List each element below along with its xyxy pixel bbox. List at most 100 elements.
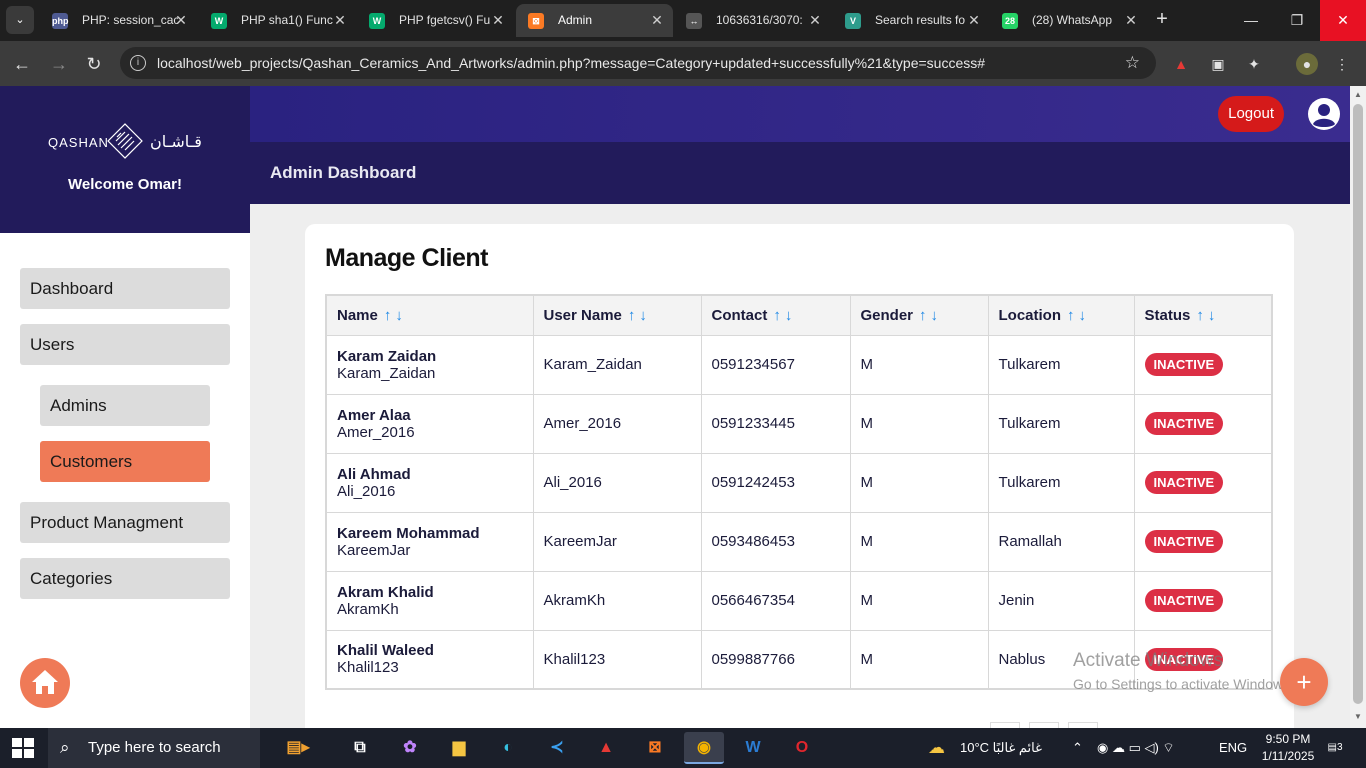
- copilot-icon[interactable]: ✿: [390, 732, 430, 764]
- sidebar-item-categories[interactable]: Categories: [20, 558, 230, 599]
- widgets-news-icon[interactable]: ▤▸: [268, 732, 328, 764]
- column-header-name[interactable]: Name ↑↓: [326, 295, 534, 336]
- column-header-gender[interactable]: Gender ↑↓: [850, 295, 989, 336]
- tab-close-icon[interactable]: ✕: [966, 4, 982, 37]
- sort-arrows-icon[interactable]: ↑↓: [384, 307, 407, 324]
- cell-gender: M: [850, 512, 989, 572]
- page-scrollbar[interactable]: ▲ ▼: [1350, 86, 1366, 728]
- browser-tab[interactable]: ↔ 10636316/3070: ✕: [674, 4, 831, 37]
- sort-arrows-icon[interactable]: ↑↓: [773, 307, 796, 324]
- window-close-button[interactable]: ✕: [1320, 0, 1366, 41]
- file-explorer-icon[interactable]: ▆: [439, 732, 479, 764]
- pdf-reader-icon[interactable]: ▲: [586, 732, 626, 764]
- clients-table: Name ↑↓ User Name ↑↓ Contact ↑↓ Gender ↑↓ Lo…: [325, 294, 1273, 690]
- sidebar-item-customers[interactable]: Customers: [40, 441, 210, 482]
- scrollbar-thumb[interactable]: [1353, 104, 1363, 704]
- status-badge[interactable]: INACTIVE: [1144, 530, 1224, 553]
- scroll-down-arrow-icon[interactable]: ▼: [1350, 712, 1366, 721]
- cell-status: INACTIVE: [1134, 394, 1273, 454]
- tab-close-icon[interactable]: ✕: [173, 4, 189, 37]
- status-badge[interactable]: INACTIVE: [1144, 353, 1224, 376]
- status-badge[interactable]: INACTIVE: [1144, 471, 1224, 494]
- client-username: Khalil123: [337, 659, 399, 677]
- browser-tab[interactable]: W PHP sha1() Func ✕: [199, 4, 356, 37]
- taskbar-search-box[interactable]: ⌕ Type here to search: [48, 728, 260, 768]
- chrome-icon[interactable]: ◉: [684, 732, 724, 764]
- tab-close-icon[interactable]: ✕: [649, 4, 665, 37]
- reload-button[interactable]: ↻: [79, 49, 109, 79]
- back-button[interactable]: ←: [7, 49, 37, 79]
- browser-tab[interactable]: php PHP: session_cac ✕: [40, 4, 197, 37]
- site-info-icon[interactable]: i: [130, 55, 146, 71]
- cell-name: Khalil Waleed Khalil123: [326, 630, 534, 690]
- sidebar-item-users[interactable]: Users: [20, 324, 230, 365]
- xampp-icon[interactable]: ⊠: [635, 732, 675, 764]
- pdf-extension-icon[interactable]: ▲: [1170, 53, 1192, 75]
- system-tray-icons[interactable]: ◉ ☁ ▭ ◁) ⌔: [1097, 728, 1175, 768]
- vscode-icon[interactable]: ≺: [537, 732, 577, 764]
- browser-menu-icon[interactable]: ⋮: [1331, 53, 1353, 75]
- column-header-username[interactable]: User Name ↑↓: [533, 295, 702, 336]
- bookmark-star-icon[interactable]: ☆: [1125, 47, 1140, 79]
- table-row: Kareem Mohammad KareemJar KareemJar 0593486…: [326, 512, 1273, 572]
- cell-location: Ramallah: [988, 512, 1135, 572]
- sort-arrows-icon[interactable]: ↑↓: [1067, 307, 1090, 324]
- browser-tab[interactable]: V Search results fo ✕: [833, 4, 990, 37]
- opera-icon[interactable]: O: [782, 732, 822, 764]
- sidebar-item-product-management[interactable]: Product Managment: [20, 502, 230, 543]
- status-badge[interactable]: INACTIVE: [1144, 412, 1224, 435]
- tab-close-icon[interactable]: ✕: [490, 4, 506, 37]
- sort-arrows-icon[interactable]: ↑↓: [919, 307, 942, 324]
- address-bar[interactable]: i localhost/web_projects/Qashan_Ceramics…: [120, 47, 1156, 79]
- tab-close-icon[interactable]: ✕: [332, 4, 348, 37]
- cell-name: Akram Khalid AkramKh: [326, 571, 534, 631]
- user-avatar-icon[interactable]: [1308, 98, 1340, 130]
- browser-tab[interactable]: 28 (28) WhatsApp ✕: [990, 4, 1147, 37]
- new-tab-button[interactable]: +: [1150, 6, 1174, 34]
- input-language[interactable]: ENG: [1219, 728, 1247, 768]
- table-row: Amer Alaa Amer_2016 Amer_2016 0591233445 M Tu…: [326, 394, 1273, 454]
- tab-search-button[interactable]: ⌄: [6, 6, 34, 34]
- tab-title: PHP sha1() Func: [241, 13, 333, 27]
- weather-text[interactable]: 10°C غائم غالبًا: [960, 728, 1042, 768]
- client-full-name: Akram Khalid: [337, 583, 434, 601]
- windows-taskbar: ⌕ Type here to search ▤▸ ⧉ ✿ ▆ ◐ ≺ ▲ ⊠ ◉…: [0, 728, 1366, 768]
- sort-arrows-icon[interactable]: ↑↓: [628, 307, 651, 324]
- column-header-contact[interactable]: Contact ↑↓: [701, 295, 851, 336]
- whatsapp-icon: 28: [1002, 13, 1018, 29]
- profile-avatar[interactable]: ●: [1296, 53, 1318, 75]
- show-hidden-icons-icon[interactable]: ⌃: [1072, 728, 1083, 768]
- tab-close-icon[interactable]: ✕: [807, 4, 823, 37]
- sort-arrows-icon[interactable]: ↑↓: [1196, 307, 1219, 324]
- cell-contact: 0591242453: [701, 453, 851, 513]
- column-header-status[interactable]: Status ↑↓: [1134, 295, 1273, 336]
- tab-media-icon[interactable]: ▣: [1207, 53, 1229, 75]
- php-icon: php: [52, 13, 69, 29]
- browser-tab[interactable]: W PHP fgetcsv() Fu ✕: [357, 4, 514, 37]
- column-header-location[interactable]: Location ↑↓: [988, 295, 1135, 336]
- forward-button[interactable]: →: [44, 49, 74, 79]
- tab-close-icon[interactable]: ✕: [1123, 4, 1139, 37]
- notification-center-icon[interactable]: ▤3: [1325, 738, 1345, 758]
- home-button[interactable]: [20, 658, 70, 708]
- task-view-icon[interactable]: ⧉: [340, 732, 380, 764]
- extensions-puzzle-icon[interactable]: ✦: [1243, 53, 1265, 75]
- tab-title: PHP: session_cac: [82, 13, 178, 27]
- cell-status: INACTIVE: [1134, 453, 1273, 513]
- windows-start-icon[interactable]: [12, 738, 34, 758]
- logout-button[interactable]: Logout: [1218, 96, 1284, 132]
- sidebar-item-dashboard[interactable]: Dashboard: [20, 268, 230, 309]
- scroll-up-arrow-icon[interactable]: ▲: [1350, 90, 1366, 99]
- sidebar-item-admins[interactable]: Admins: [40, 385, 210, 426]
- minimize-button[interactable]: —: [1228, 0, 1274, 41]
- clock[interactable]: 9:50 PM 1/11/2025: [1256, 731, 1320, 765]
- client-full-name: Amer Alaa: [337, 406, 411, 424]
- word-icon[interactable]: W: [733, 732, 773, 764]
- edge-icon[interactable]: ◐: [488, 732, 528, 764]
- add-client-button[interactable]: +: [1280, 658, 1328, 706]
- browser-tab[interactable]: ⊠ Admin ✕: [516, 4, 673, 37]
- restore-button[interactable]: ❐: [1274, 0, 1320, 41]
- cell-username: Amer_2016: [533, 394, 702, 454]
- status-badge[interactable]: INACTIVE: [1144, 589, 1224, 612]
- weather-icon[interactable]: ☁: [928, 728, 945, 768]
